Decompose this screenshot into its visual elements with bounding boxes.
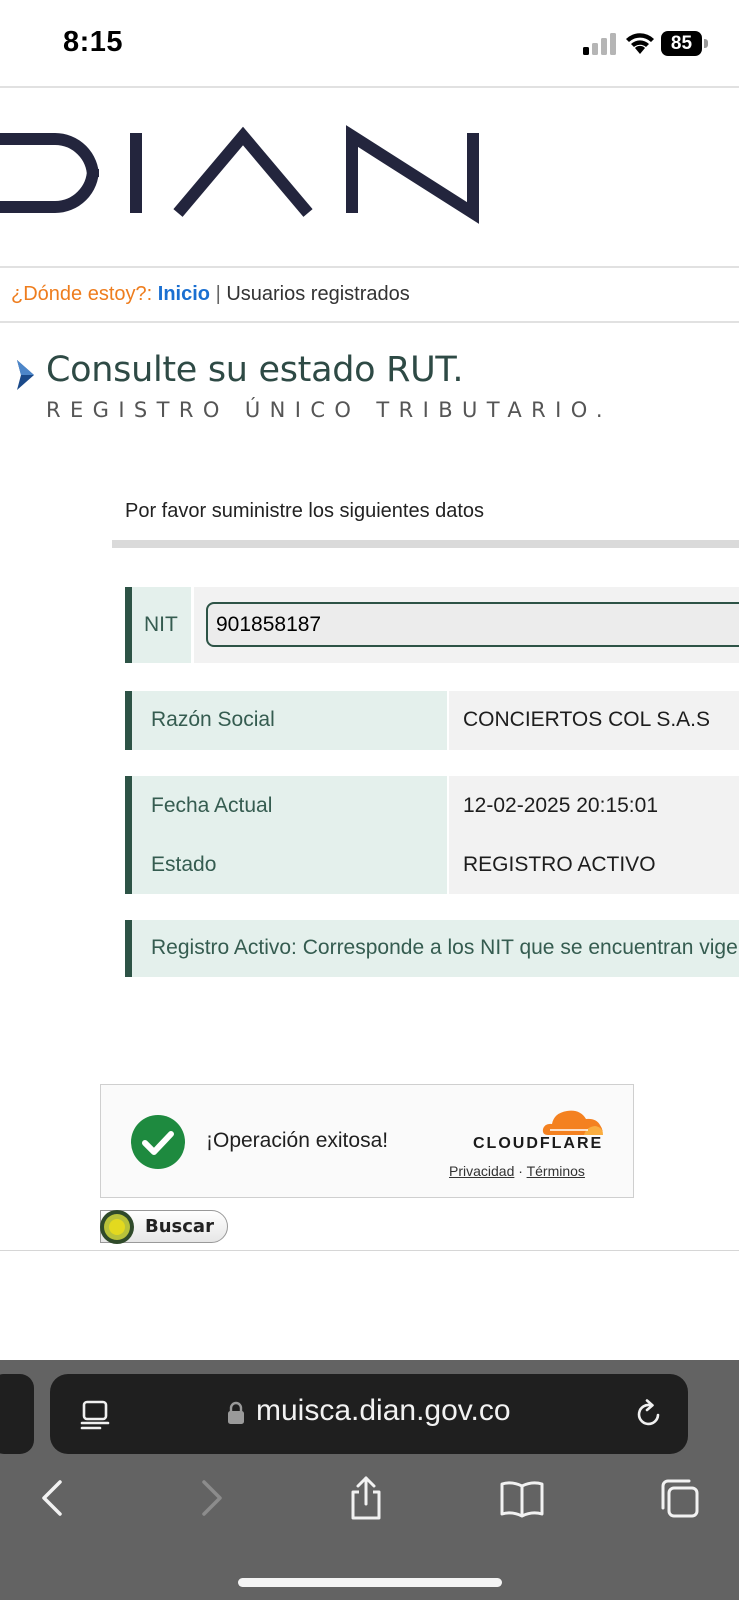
status-bar: 8:15 85 (0, 0, 739, 86)
status-details-row: Fecha Actual Estado 12-02-2025 20:15:01 … (125, 776, 739, 894)
forward-icon[interactable] (190, 1474, 234, 1522)
nit-input[interactable] (206, 602, 739, 647)
cloudflare-cloud-icon (542, 1110, 603, 1135)
fecha-label: Fecha Actual (151, 794, 273, 817)
battery-icon: 85 (661, 31, 709, 56)
privacy-link[interactable]: Privacidad (449, 1163, 514, 1179)
captcha-links: Privacidad · Términos (449, 1163, 585, 1179)
row-accent (125, 587, 132, 663)
razon-social-value-cell: CONCIERTOS COL S.A.S (449, 691, 739, 750)
wifi-icon (626, 33, 654, 54)
breadcrumb-separator: | (215, 283, 221, 305)
row-accent (125, 691, 132, 750)
reload-icon[interactable] (633, 1398, 665, 1430)
row-accent (125, 776, 132, 894)
nit-row: NIT (125, 587, 739, 663)
buscar-label: Buscar (145, 1216, 214, 1237)
previous-tab-stub[interactable] (0, 1374, 34, 1454)
breadcrumb-current: Usuarios registrados (226, 283, 410, 305)
buscar-dot-icon (100, 1210, 134, 1244)
status-note: Registro Activo: Corresponde a los NIT q… (151, 936, 738, 959)
browser-toolbar: muisca.dian.gov.co (0, 1360, 739, 1600)
nit-label: NIT (144, 613, 178, 636)
breadcrumb-top-divider (0, 266, 739, 268)
page-title: Consulte su estado RUT. (46, 350, 464, 390)
razon-social-value: CONCIERTOS COL S.A.S (463, 708, 711, 731)
buscar-button[interactable]: Buscar (100, 1210, 228, 1244)
fecha-value: 12-02-2025 20:15:01 (463, 794, 658, 817)
breadcrumb-label: ¿Dónde estoy?: (11, 283, 153, 305)
link-separator: · (518, 1163, 523, 1179)
cloudflare-logo-text: CLOUDFLARE (473, 1135, 604, 1152)
dian-logo (0, 125, 479, 224)
form-instructions: Por favor suministre los siguientes dato… (125, 500, 485, 522)
captcha-message: ¡Operación exitosa! (206, 1129, 389, 1152)
instructions-divider (112, 540, 739, 548)
breadcrumb: ¿Dónde estoy?: Inicio | Usuarios registr… (11, 283, 410, 306)
share-icon[interactable] (344, 1474, 388, 1522)
status-details-value-cell: 12-02-2025 20:15:01 REGISTRO ACTIVO (449, 776, 739, 894)
cellular-signal-icon (583, 33, 616, 55)
status-note-row: Registro Activo: Corresponde a los NIT q… (125, 920, 739, 977)
breadcrumb-home-link[interactable]: Inicio (158, 283, 210, 305)
cloudflare-captcha[interactable]: ¡Operación exitosa! CLOUDFLARE Privacida… (100, 1084, 634, 1198)
breadcrumb-bottom-divider (0, 321, 739, 323)
razon-social-label-cell: Razón Social (132, 691, 447, 750)
page-menu-icon[interactable] (80, 1399, 110, 1431)
address-bar[interactable]: muisca.dian.gov.co (50, 1374, 688, 1454)
battery-tip (704, 39, 708, 48)
estado-value: REGISTRO ACTIVO (463, 853, 656, 876)
battery-level: 85 (661, 31, 702, 56)
status-time: 8:15 (63, 26, 124, 58)
section-arrow-icon (17, 360, 34, 390)
nit-label-cell: NIT (132, 587, 191, 663)
back-icon[interactable] (30, 1474, 74, 1522)
row-accent (125, 920, 132, 977)
terms-link[interactable]: Términos (527, 1163, 585, 1179)
status-details-label-cell: Fecha Actual Estado (132, 776, 447, 894)
header-divider (0, 86, 739, 88)
estado-label: Estado (151, 853, 217, 876)
footer-divider (0, 1250, 739, 1251)
page-subtitle: REGISTRO ÚNICO TRIBUTARIO. (46, 398, 612, 422)
bookmarks-icon[interactable] (500, 1474, 544, 1522)
tabs-icon[interactable] (657, 1474, 701, 1522)
status-note-cell: Registro Activo: Corresponde a los NIT q… (132, 920, 739, 977)
razon-social-label: Razón Social (151, 708, 275, 731)
lock-icon (228, 1401, 244, 1424)
success-check-icon (131, 1115, 185, 1169)
razon-social-row: Razón Social CONCIERTOS COL S.A.S (125, 691, 739, 750)
home-indicator (238, 1578, 502, 1587)
url-text[interactable]: muisca.dian.gov.co (256, 1394, 511, 1428)
